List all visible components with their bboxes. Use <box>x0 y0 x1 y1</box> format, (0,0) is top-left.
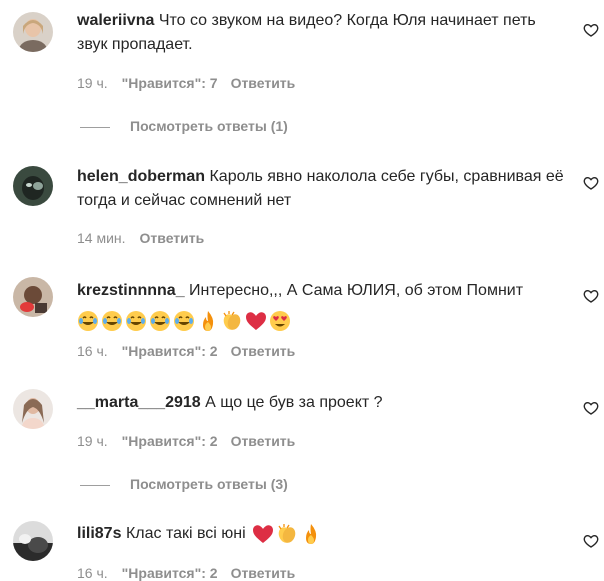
joy-emoji <box>126 310 146 331</box>
avatar[interactable] <box>13 277 53 317</box>
comment-meta: 19 ч. "Нравится": 2 Ответить <box>77 433 308 449</box>
joy-emoji <box>150 310 170 331</box>
like-heart-icon[interactable] <box>583 533 599 549</box>
comment-body: helen_doberman Кароль явно наколола себе… <box>77 165 567 213</box>
fire-emoji <box>306 523 317 544</box>
reply-button[interactable]: Ответить <box>231 565 296 581</box>
fire-emoji <box>203 310 214 331</box>
view-replies-button[interactable]: Посмотреть ответы (1) <box>80 118 288 134</box>
joy-emoji <box>78 310 98 331</box>
comment-username[interactable]: krezstinnnna_ <box>77 282 185 299</box>
comment-username[interactable]: __marta___2918 <box>77 394 201 411</box>
reply-button[interactable]: Ответить <box>231 75 296 91</box>
joy-emoji <box>102 310 122 331</box>
reply-button[interactable]: Ответить <box>140 230 205 246</box>
reply-button[interactable]: Ответить <box>231 343 296 359</box>
replies-divider <box>80 126 110 128</box>
view-replies-button[interactable]: Посмотреть ответы (3) <box>80 476 288 492</box>
comment-likes[interactable]: "Нравится": 2 <box>122 343 218 359</box>
avatar[interactable] <box>13 389 53 429</box>
view-replies-label: Посмотреть ответы (1) <box>130 118 288 134</box>
comment-meta: 19 ч. "Нравится": 7 Ответить <box>77 75 308 91</box>
comment-time[interactable]: 19 ч. <box>77 75 108 91</box>
like-heart-icon[interactable] <box>583 400 599 416</box>
reply-button[interactable]: Ответить <box>231 433 296 449</box>
like-heart-icon[interactable] <box>583 22 599 38</box>
emoji-row <box>252 523 324 544</box>
clap-emoji <box>223 310 241 330</box>
replies-divider <box>80 484 110 486</box>
heart-eyes-emoji <box>270 310 290 331</box>
avatar[interactable] <box>13 166 53 206</box>
comment-body: lili87s Клас такі всі юні <box>77 522 567 546</box>
comment-username[interactable]: waleriivna <box>77 12 154 29</box>
comment-body: krezstinnnna_ Интересно,,, А Сама ЮЛИЯ, … <box>77 279 567 333</box>
comment-likes[interactable]: "Нравится": 7 <box>122 75 218 91</box>
comment-likes[interactable]: "Нравится": 2 <box>122 433 218 449</box>
comment-time[interactable]: 16 ч. <box>77 343 108 359</box>
comment-likes[interactable]: "Нравится": 2 <box>122 565 218 581</box>
comment-text: А що це був за проект ? <box>205 394 383 411</box>
view-replies-label: Посмотреть ответы (3) <box>130 476 288 492</box>
like-heart-icon[interactable] <box>583 175 599 191</box>
like-heart-icon[interactable] <box>583 288 599 304</box>
comment-meta: 16 ч. "Нравится": 2 Ответить <box>77 565 308 581</box>
comment-time[interactable]: 19 ч. <box>77 433 108 449</box>
comment-meta: 14 мин. Ответить <box>77 230 217 246</box>
joy-emoji <box>174 310 194 331</box>
comment-time[interactable]: 16 ч. <box>77 565 108 581</box>
clap-emoji <box>278 523 296 543</box>
heart-emoji <box>246 311 266 330</box>
comment-meta: 16 ч. "Нравится": 2 Ответить <box>77 343 308 359</box>
comment-time[interactable]: 14 мин. <box>77 230 126 246</box>
comment-text: Клас такі всі юні <box>125 525 246 542</box>
avatar[interactable] <box>13 12 53 52</box>
comment-body: __marta___2918 А що це був за проект ? <box>77 391 567 415</box>
comment-text: Интересно,,, А Сама ЮЛИЯ, об этом Помнит <box>189 282 524 299</box>
comment-body: waleriivna Что со звуком на видео? Когда… <box>77 9 567 57</box>
comment-username[interactable]: lili87s <box>77 525 121 542</box>
comment-username[interactable]: helen_doberman <box>77 168 205 185</box>
avatar[interactable] <box>13 521 53 561</box>
emoji-row <box>77 309 567 333</box>
heart-emoji <box>253 524 274 543</box>
